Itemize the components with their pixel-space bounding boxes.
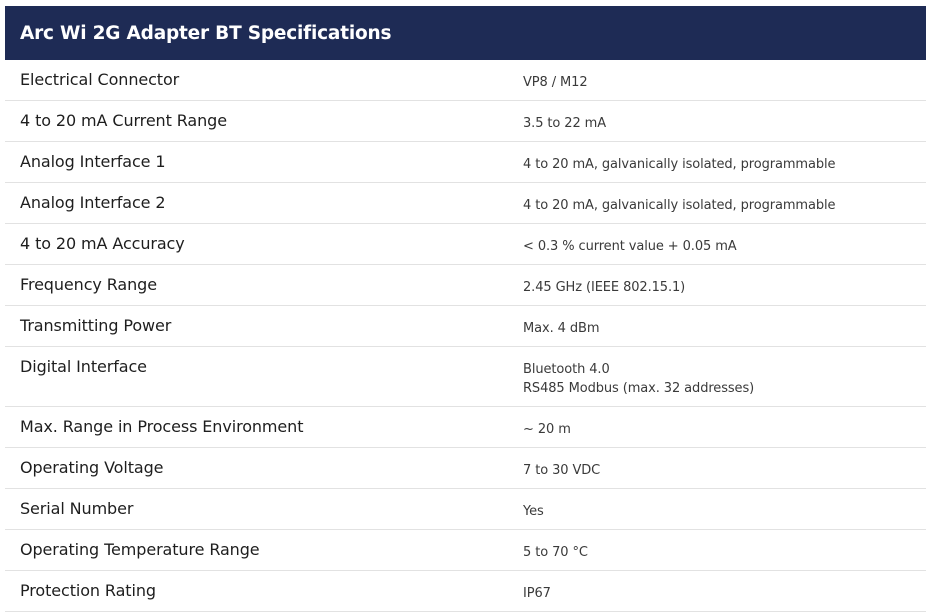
spec-value: ~ 20 m [523, 422, 571, 437]
spec-value: Max. 4 dBm [523, 321, 600, 336]
spec-label: Transmitting Power [20, 316, 172, 335]
spec-value: < 0.3 % current value + 0.05 mA [523, 239, 737, 254]
spec-row-frequency-range: Frequency Range 2.45 GHz (IEEE 802.15.1) [5, 265, 926, 306]
spec-row-operating-voltage: Operating Voltage 7 to 30 VDC [5, 448, 926, 489]
spec-value: VP8 / M12 [523, 75, 588, 90]
spec-value: 2.45 GHz (IEEE 802.15.1) [523, 280, 686, 295]
spec-value: Bluetooth 4.0 RS485 Modbus (max. 32 addr… [523, 362, 755, 396]
spec-row-transmitting-power: Transmitting Power Max. 4 dBm [5, 306, 926, 347]
spec-value: 3.5 to 22 mA [523, 116, 607, 131]
spec-label: Operating Temperature Range [20, 540, 260, 559]
spec-label: Analog Interface 1 [20, 152, 166, 171]
spec-label: Operating Voltage [20, 458, 164, 477]
spec-value: 7 to 30 VDC [523, 463, 601, 478]
spec-row-max-range: Max. Range in Process Environment ~ 20 m [5, 407, 926, 448]
spec-row-protection-rating: Protection Rating IP67 [5, 571, 926, 612]
spec-row-accuracy: 4 to 20 mA Accuracy < 0.3 % current valu… [5, 224, 926, 265]
spec-row-electrical-connector: Electrical Connector VP8 / M12 [5, 60, 926, 101]
spec-row-current-range: 4 to 20 mA Current Range 3.5 to 22 mA [5, 101, 926, 142]
spec-value: 5 to 70 °C [523, 545, 588, 560]
spec-value: 4 to 20 mA, galvanically isolated, progr… [523, 198, 836, 213]
spec-label: Max. Range in Process Environment [20, 417, 304, 436]
spec-table-title: Arc Wi 2G Adapter BT Specifications [5, 6, 926, 60]
spec-label: Analog Interface 2 [20, 193, 166, 212]
spec-label: Digital Interface [20, 357, 147, 376]
spec-label: 4 to 20 mA Accuracy [20, 234, 185, 253]
spec-label: Electrical Connector [20, 70, 180, 89]
spec-value: Yes [523, 504, 544, 519]
spec-row-serial-number: Serial Number Yes [5, 489, 926, 530]
spec-row-digital-interface: Digital Interface Bluetooth 4.0 RS485 Mo… [5, 347, 926, 407]
spec-table: Arc Wi 2G Adapter BT Specifications Elec… [5, 6, 926, 612]
spec-label: Frequency Range [20, 275, 157, 294]
spec-label: Serial Number [20, 499, 134, 518]
spec-label: Protection Rating [20, 581, 156, 600]
spec-value: IP67 [523, 586, 551, 601]
spec-value: 4 to 20 mA, galvanically isolated, progr… [523, 157, 836, 172]
spec-row-analog-interface-2: Analog Interface 2 4 to 20 mA, galvanica… [5, 183, 926, 224]
spec-row-analog-interface-1: Analog Interface 1 4 to 20 mA, galvanica… [5, 142, 926, 183]
spec-row-operating-temperature: Operating Temperature Range 5 to 70 °C [5, 530, 926, 571]
spec-label: 4 to 20 mA Current Range [20, 111, 227, 130]
